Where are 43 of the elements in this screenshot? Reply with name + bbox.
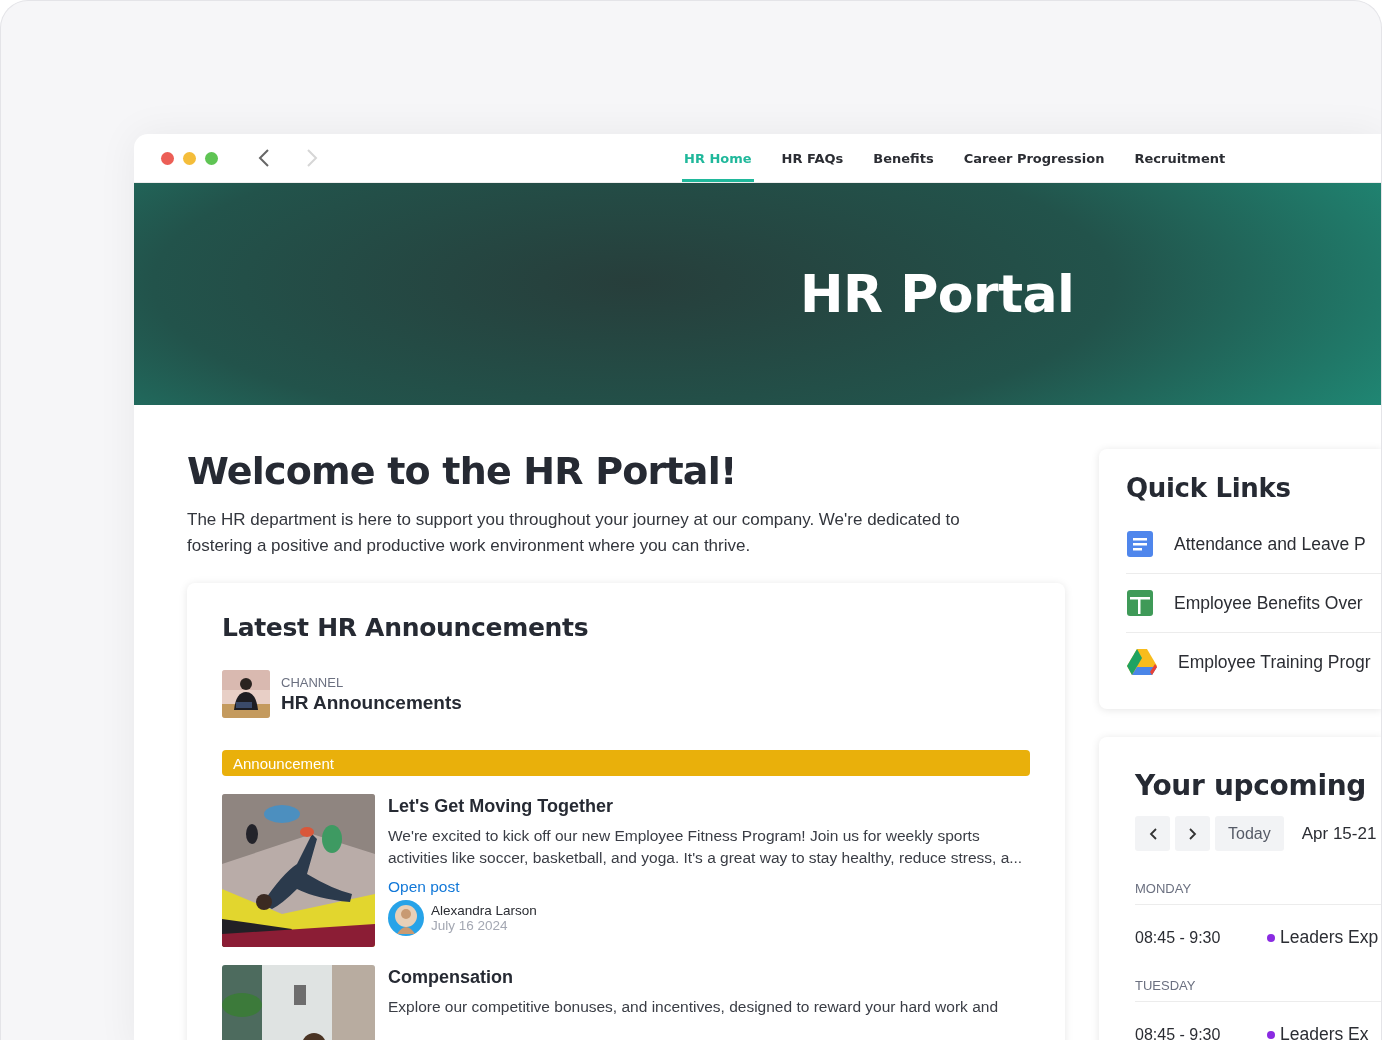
chevron-left-icon (1148, 827, 1157, 840)
card-title: Latest HR Announcements (222, 613, 590, 642)
quick-link[interactable]: Attendance and Leave P (1174, 533, 1366, 555)
post-title: Compensation (388, 967, 514, 988)
triangle-icon (1126, 648, 1158, 676)
nav-tab[interactable]: HR FAQs (779, 134, 846, 182)
open-post-link[interactable]: Open post (388, 878, 460, 896)
category-label: Announcement (233, 754, 334, 772)
hero-title: HR Portal (800, 264, 1075, 324)
post-title: Let's Get Moving Together (388, 796, 614, 817)
document-icon (1126, 530, 1154, 558)
intro-paragraph: The HR department is here to support you throughout your journey at our company. We're dedicated to fostering a positive and productive work environment where you can thrive. (187, 509, 961, 557)
quick-link[interactable]: Employee Training Progr (1178, 651, 1371, 673)
avatar (388, 900, 424, 936)
nav-tab[interactable]: Career Progression (961, 134, 1107, 182)
event-title[interactable]: Leaders Ex (1280, 1024, 1369, 1040)
event-time: 08:45 - 9:30 (1135, 1025, 1222, 1040)
close-icon[interactable] (161, 151, 174, 165)
minimize-icon[interactable] (183, 151, 196, 165)
nav-tab[interactable]: Recruitment (1132, 134, 1228, 182)
post-excerpt: Explore our competitive bonuses, and incentives, designed to reward your hard work and (388, 997, 999, 1017)
back-icon[interactable] (258, 148, 270, 168)
event-time: 08:45 - 9:30 (1135, 928, 1222, 947)
day-heading: TUESDAY (1135, 978, 1381, 1002)
channel-name: HR Announcements (281, 691, 462, 714)
chevron-right-icon (1188, 827, 1197, 840)
today-button[interactable]: Today (1215, 816, 1284, 851)
card-title: Your upcoming (1135, 769, 1368, 802)
next-button[interactable] (1175, 816, 1210, 851)
nav-tab[interactable]: Benefits (871, 134, 936, 182)
day-heading: MONDAY (1135, 881, 1381, 905)
previous-button[interactable] (1135, 816, 1170, 851)
author-name: Alexandra Larson (431, 903, 537, 918)
channel-label: CHANNEL (281, 674, 345, 690)
spreadsheet-icon (1126, 589, 1154, 617)
quick-link[interactable]: Employee Benefits Over (1174, 592, 1363, 614)
post-excerpt: We're excited to kick off our new Employee Fitness Program! Join us for weekly sports activities like soccer, basketball, and yoga. It's a great way to stay healthy, reduce stress, a... (388, 826, 1024, 868)
welcome-heading: Welcome to the HR Portal! (187, 449, 738, 493)
date-range: Apr 15-21 (1301, 823, 1377, 844)
maximize-icon[interactable] (205, 151, 218, 165)
post-date: July 16 2024 (431, 918, 509, 933)
event-title[interactable]: Leaders Exp (1280, 927, 1379, 948)
card-title: Quick Links (1126, 473, 1292, 503)
